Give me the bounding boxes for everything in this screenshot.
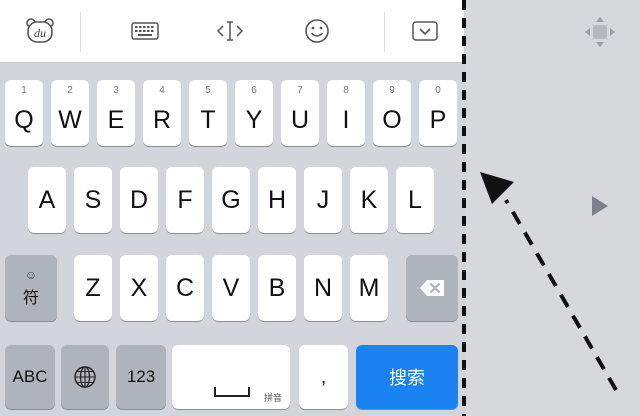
move-icon[interactable] [584,16,616,48]
key-o[interactable]: 9O [373,80,411,146]
keyboard-switch-button[interactable] [110,0,180,62]
key-hint: 0 [435,85,441,96]
globe-icon [74,366,96,388]
key-label: D [129,185,149,214]
key-label: W [58,105,82,134]
symbol-key[interactable]: ☺ 符 [5,255,57,321]
emoji-icon [305,19,329,43]
collapse-icon [412,21,438,41]
key-hint: 3 [113,85,119,96]
comma-key[interactable]: , [299,345,348,409]
key-label: O [382,105,402,134]
key-hint: 6 [251,85,257,96]
key-hint: 5 [205,85,211,96]
key-r[interactable]: 4R [143,80,181,146]
key-i[interactable]: 8I [327,80,365,146]
key-c[interactable]: C [166,255,204,321]
key-w[interactable]: 2W [51,80,89,146]
collapse-keyboard-button[interactable] [390,0,460,62]
key-hint: 2 [67,85,73,96]
key-label: I [342,105,350,134]
backspace-key[interactable] [406,255,458,321]
key-l[interactable]: L [396,167,434,233]
key-label: E [107,105,125,134]
key-label: G [221,185,241,214]
du-logo-icon: du [26,18,54,43]
smiley-icon: ☺ [24,268,38,282]
search-key-label: 搜索 [389,368,425,388]
key-label: A [38,185,56,214]
key-label: C [175,273,195,302]
key-label: P [429,105,447,134]
key-label: Y [245,105,263,134]
key-label: H [267,185,287,214]
search-key[interactable]: 搜索 [356,345,458,409]
number-key-label: 123 [126,367,156,386]
drag-arrow-annotation [480,172,618,392]
key-p[interactable]: 0P [419,80,457,146]
key-label: M [358,273,380,302]
key-label: S [84,185,102,214]
key-label: L [408,185,422,214]
key-v[interactable]: V [212,255,250,321]
key-j[interactable]: J [304,167,342,233]
number-key[interactable]: 123 [116,345,166,409]
toolbar-separator [80,12,81,52]
key-n[interactable]: N [304,255,342,321]
key-hint: 7 [297,85,303,96]
key-e[interactable]: 3E [97,80,135,146]
key-x[interactable]: X [120,255,158,321]
keyboard: du 1 Q 2 W 3 E 4 R 5 T 6 Y 7 U 8 I 9 O 0… [0,0,464,416]
key-k[interactable]: K [350,167,388,233]
keyboard-toolbar: du [0,0,464,63]
key-s[interactable]: S [74,167,112,233]
key-h[interactable]: H [258,167,296,233]
space-key-label: 拼音 [263,393,282,403]
key-hint: 1 [21,85,27,96]
key-label: B [268,273,286,302]
key-q[interactable]: 1Q [5,80,43,146]
keyboard-icon [131,22,159,40]
key-label: V [222,273,240,302]
key-label: K [360,185,378,214]
key-label: Z [85,273,101,302]
backspace-icon [420,280,444,296]
globe-key[interactable] [61,345,109,409]
symbol-key-label: 符 [22,290,39,307]
space-icon [214,387,250,397]
key-label: N [313,273,333,302]
key-b[interactable]: B [258,255,296,321]
key-hint: 8 [343,85,349,96]
space-key[interactable]: 拼音 [172,345,290,409]
du-logo-button[interactable]: du [0,0,80,62]
abc-key[interactable]: ABC [5,345,55,409]
emoji-button[interactable] [282,0,352,62]
key-d[interactable]: D [120,167,158,233]
comma-key-label: , [320,366,327,388]
key-label: R [152,105,172,134]
key-a[interactable]: A [28,167,66,233]
key-hint: 4 [159,85,165,96]
toolbar-separator [384,12,385,52]
cursor-move-button[interactable] [195,0,265,62]
cursor-icon [216,21,244,41]
key-label: U [290,105,310,134]
key-z[interactable]: Z [74,255,112,321]
svg-text:du: du [34,26,46,40]
key-m[interactable]: M [350,255,388,321]
key-label: J [316,185,330,214]
key-f[interactable]: F [166,167,204,233]
key-label: F [177,185,193,214]
key-label: Q [14,105,34,134]
key-g[interactable]: G [212,167,250,233]
side-panel [466,0,640,416]
abc-key-label: ABC [12,367,48,386]
key-label: T [200,105,216,134]
key-u[interactable]: 7U [281,80,319,146]
key-t[interactable]: 5T [189,80,227,146]
key-hint: 9 [389,85,395,96]
key-y[interactable]: 6Y [235,80,273,146]
key-label: X [130,273,148,302]
